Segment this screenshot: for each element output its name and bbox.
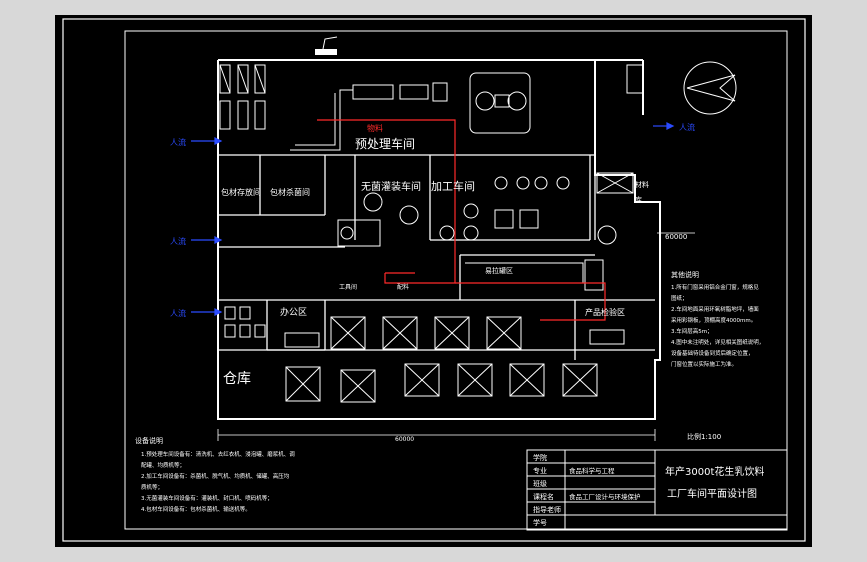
equipment-note-line: 4.包材车间设备有：包材杀菌机、输送机等。	[141, 505, 251, 513]
room-label-aseptic-filling: 无菌灌装车间	[361, 180, 421, 193]
scale-label: 比例1:100	[687, 432, 721, 441]
canning-conveyor	[465, 259, 604, 291]
airflow-label: 人流	[170, 137, 186, 147]
filling-equipment	[337, 192, 419, 247]
title-block-text: 学院专业班级课程名指导老师学号 食品科学与工程食品工厂设计与环境保护	[533, 453, 641, 527]
dimension-bottom: 60000	[395, 436, 414, 443]
title-block-value: 食品科学与工程	[569, 466, 615, 475]
title-block-label: 学号	[533, 518, 547, 527]
north-arrow-icon	[683, 61, 737, 115]
entrance-marker-line	[322, 36, 338, 50]
room-label-processing: 加工车间	[431, 179, 475, 193]
notes-line: 图纸；	[671, 294, 688, 302]
notes-line: 设备基础待设备到货后确定位置，	[671, 349, 754, 357]
equipment-note-line: 质机等；	[141, 483, 163, 491]
floor-plan-drawing: 学院专业班级课程名指导老师学号食品科学与工程食品工厂设计与环境保护 预处理车间 …	[62, 18, 806, 542]
notes-title: 其他说明	[671, 270, 699, 279]
material-flow-label: 物料	[367, 123, 383, 133]
title-block-label: 专业	[533, 466, 547, 475]
room-label-canning: 易拉罐区	[485, 266, 513, 275]
notes-lines: 1.所有门窗采用铝合金门窗，规格见 图纸； 2.车间地面采用环氧树脂地坪，墙面 采…	[671, 283, 764, 368]
equipment-note-line: 3.无菌灌装车间设备有：灌装机、封口机、喷码机等；	[141, 494, 273, 502]
airflow-label: 人流	[170, 308, 186, 318]
room-label-warehouse: 仓库	[223, 371, 251, 387]
warehouse-crates	[285, 316, 598, 403]
notes-line: 3.车间层高5m；	[671, 327, 713, 335]
title-block-label: 学院	[533, 453, 547, 462]
right-racks	[596, 64, 644, 245]
room-label-packaging-prep: 包材杀菌间	[270, 187, 310, 197]
airflow-label: 人流	[170, 236, 186, 246]
airflow-arrows	[191, 122, 675, 316]
title-line-1: 年产3000t花生乳饮料	[665, 465, 764, 478]
title-block-label: 指导老师	[533, 505, 561, 514]
equipment-notes-title: 设备说明	[135, 436, 163, 445]
notes-line: 门窗位置以实际施工为准。	[671, 360, 737, 368]
room-label-office: 办公区	[280, 306, 307, 318]
room-label-material: 材料	[635, 180, 649, 189]
equipment-note-line: 1.预处理车间设备有：清洗机、去红衣机、浸泡罐、磨浆机、调	[141, 450, 295, 458]
room-label-batching: 配料	[397, 283, 409, 291]
notes-line: 4.图中未注明处，详见相关图纸说明，	[671, 338, 764, 346]
room-label-packaging-storage: 包材存放间	[221, 187, 261, 197]
title-line-2: 工厂车间平面设计图	[667, 487, 757, 500]
equipment-notes-lines: 1.预处理车间设备有：清洗机、去红衣机、浸泡罐、磨浆机、调 配罐、均质机等； 2.…	[141, 450, 295, 513]
grinder-equipment	[469, 72, 531, 134]
equipment-note-line: 2.加工车间设备有：杀菌机、脱气机、均质机、储罐、高压均	[141, 472, 290, 480]
notes-line: 1.所有门窗采用铝合金门窗，规格见	[671, 283, 759, 291]
room-label-tool: 工具间	[339, 283, 357, 291]
notes-line: 2.车间地面采用环氧树脂地坪，墙面	[671, 305, 759, 313]
room-label-pretreatment: 预处理车间	[355, 136, 415, 151]
dimension-right: 60000	[665, 233, 687, 241]
entrance-marker	[315, 49, 337, 55]
title-block-label: 课程名	[533, 492, 554, 501]
title-block-value: 食品工厂设计与环境保护	[569, 492, 641, 501]
notes-line: 采用彩钢板，顶棚高度4000mm。	[671, 316, 756, 324]
room-label-store: 库	[635, 195, 642, 204]
room-label-inspection: 产品检验区	[585, 307, 625, 317]
rack-equipment	[219, 64, 266, 130]
title-block-label: 班级	[533, 479, 547, 488]
airflow-label: 人流	[679, 122, 695, 132]
equipment-note-line: 配罐、均质机等；	[141, 461, 185, 469]
drawing-sheet: 学院 专业 班级 课程名 指导老师 学号 食品科学与工程 食品工厂设计与环境保护 预处理车间 …	[55, 15, 812, 547]
